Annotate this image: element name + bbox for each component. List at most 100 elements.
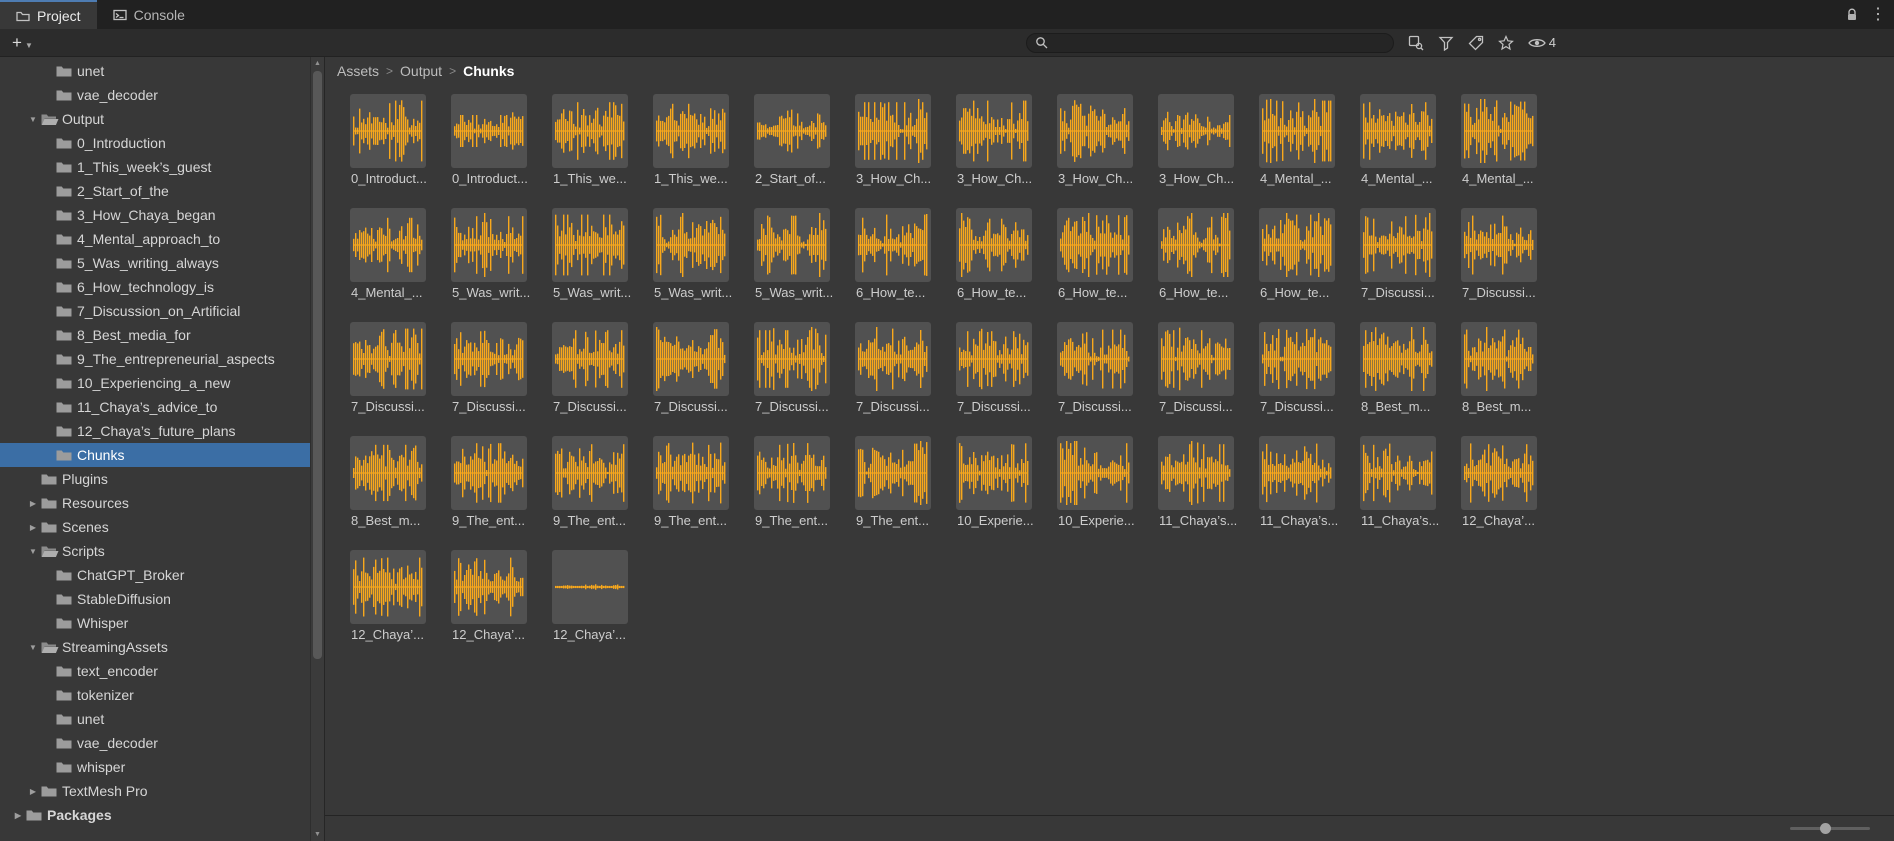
asset-item[interactable]: 4_Mental_... (1259, 94, 1360, 186)
audio-clip-waveform-thumbnail[interactable] (956, 208, 1032, 282)
tree-item-vae-decoder[interactable]: vae_decoder (0, 83, 310, 107)
audio-clip-waveform-thumbnail[interactable] (350, 208, 426, 282)
asset-item[interactable]: 6_How_te... (1158, 208, 1259, 300)
audio-clip-waveform-thumbnail[interactable] (451, 436, 527, 510)
tree-item-whisper[interactable]: whisper (0, 755, 310, 779)
asset-item[interactable]: 4_Mental_... (350, 208, 451, 300)
tree-item-scripts[interactable]: ▼ Scripts (0, 539, 310, 563)
audio-clip-waveform-thumbnail[interactable] (1057, 322, 1133, 396)
tree-item-vae-decoder[interactable]: vae_decoder (0, 731, 310, 755)
tree-item-5-was-writing-always[interactable]: 5_Was_writing_always (0, 251, 310, 275)
asset-item[interactable]: 9_The_ent... (754, 436, 855, 528)
tree-item-unet[interactable]: unet (0, 59, 310, 83)
search-by-label-icon[interactable] (1468, 35, 1484, 51)
asset-item[interactable]: 12_Chaya’... (552, 550, 653, 642)
audio-clip-waveform-thumbnail[interactable] (754, 322, 830, 396)
breadcrumb-chunks[interactable]: Chunks (463, 63, 514, 79)
audio-clip-waveform-thumbnail[interactable] (855, 436, 931, 510)
audio-clip-waveform-thumbnail[interactable] (1360, 94, 1436, 168)
asset-item[interactable]: 11_Chaya’s... (1259, 436, 1360, 528)
tab-console[interactable]: Console (97, 0, 201, 29)
audio-clip-waveform-thumbnail[interactable] (552, 322, 628, 396)
asset-item[interactable]: 7_Discussi... (754, 322, 855, 414)
tree-item-1-this-week-s-guest[interactable]: 1_This_week’s_guest (0, 155, 310, 179)
audio-clip-waveform-thumbnail[interactable] (1259, 436, 1335, 510)
foldout-closed-icon[interactable]: ▶ (25, 523, 41, 532)
asset-item[interactable]: 7_Discussi... (653, 322, 754, 414)
audio-clip-waveform-thumbnail[interactable] (451, 94, 527, 168)
breadcrumb-assets[interactable]: Assets (337, 63, 379, 79)
asset-item[interactable]: 10_Experie... (1057, 436, 1158, 528)
audio-clip-waveform-thumbnail[interactable] (956, 436, 1032, 510)
asset-item[interactable]: 8_Best_m... (1360, 322, 1461, 414)
tree-item-10-experiencing-a-new[interactable]: 10_Experiencing_a_new (0, 371, 310, 395)
foldout-closed-icon[interactable]: ▶ (10, 811, 26, 820)
tree-item-scenes[interactable]: ▶ Scenes (0, 515, 310, 539)
asset-item[interactable]: 1_This_we... (552, 94, 653, 186)
audio-clip-waveform-thumbnail[interactable] (1259, 94, 1335, 168)
audio-clip-waveform-thumbnail[interactable] (1158, 208, 1234, 282)
open-in-search-icon[interactable] (1408, 35, 1424, 51)
tree-item-9-the-entrepreneurial-aspects[interactable]: 9_The_entrepreneurial_aspects (0, 347, 310, 371)
foldout-open-icon[interactable]: ▼ (25, 115, 41, 124)
search-field[interactable] (1025, 32, 1394, 53)
audio-clip-waveform-thumbnail[interactable] (855, 322, 931, 396)
zoom-slider[interactable] (1790, 823, 1870, 834)
audio-clip-waveform-thumbnail[interactable] (350, 322, 426, 396)
tree-item-whisper[interactable]: Whisper (0, 611, 310, 635)
tree-item-chatgpt-broker[interactable]: ChatGPT_Broker (0, 563, 310, 587)
search-input[interactable] (1053, 35, 1385, 50)
audio-clip-waveform-thumbnail[interactable] (451, 208, 527, 282)
asset-item[interactable]: 3_How_Ch... (1057, 94, 1158, 186)
tab-project[interactable]: Project (0, 0, 97, 29)
audio-clip-waveform-thumbnail[interactable] (350, 550, 426, 624)
visibility-toggle[interactable]: 4 (1527, 35, 1556, 50)
audio-clip-waveform-thumbnail[interactable] (1057, 94, 1133, 168)
asset-item[interactable]: 6_How_te... (855, 208, 956, 300)
audio-clip-waveform-thumbnail[interactable] (1461, 322, 1537, 396)
tree-item-stablediffusion[interactable]: StableDiffusion (0, 587, 310, 611)
tree-item-text-encoder[interactable]: text_encoder (0, 659, 310, 683)
foldout-closed-icon[interactable]: ▶ (25, 499, 41, 508)
asset-item[interactable]: 6_How_te... (956, 208, 1057, 300)
audio-clip-waveform-thumbnail[interactable] (754, 208, 830, 282)
tree-item-12-chaya-s-future-plans[interactable]: 12_Chaya’s_future_plans (0, 419, 310, 443)
audio-clip-waveform-thumbnail[interactable] (855, 94, 931, 168)
tree-item-textmesh-pro[interactable]: ▶ TextMesh Pro (0, 779, 310, 803)
audio-clip-waveform-thumbnail[interactable] (1360, 208, 1436, 282)
tree-item-output[interactable]: ▼ Output (0, 107, 310, 131)
tree-item-7-discussion-on-artificial[interactable]: 7_Discussion_on_Artificial (0, 299, 310, 323)
asset-item[interactable]: 5_Was_writ... (754, 208, 855, 300)
scroll-up-icon[interactable]: ▲ (311, 60, 324, 67)
search-by-type-icon[interactable] (1438, 35, 1454, 51)
asset-item[interactable]: 0_Introduct... (350, 94, 451, 186)
asset-item[interactable]: 3_How_Ch... (855, 94, 956, 186)
asset-item[interactable]: 11_Chaya’s... (1360, 436, 1461, 528)
tree-item-11-chaya-s-advice-to[interactable]: 11_Chaya’s_advice_to (0, 395, 310, 419)
audio-clip-waveform-thumbnail[interactable] (552, 550, 628, 624)
audio-clip-waveform-thumbnail[interactable] (552, 208, 628, 282)
audio-clip-waveform-thumbnail[interactable] (653, 94, 729, 168)
asset-item[interactable]: 8_Best_m... (1461, 322, 1562, 414)
audio-clip-waveform-thumbnail[interactable] (653, 208, 729, 282)
asset-item[interactable]: 3_How_Ch... (1158, 94, 1259, 186)
menu-icon[interactable]: ⋮ (1870, 6, 1886, 23)
audio-clip-waveform-thumbnail[interactable] (754, 94, 830, 168)
audio-clip-waveform-thumbnail[interactable] (1057, 208, 1133, 282)
audio-clip-waveform-thumbnail[interactable] (1360, 436, 1436, 510)
asset-item[interactable]: 7_Discussi... (956, 322, 1057, 414)
audio-clip-waveform-thumbnail[interactable] (552, 436, 628, 510)
scroll-down-icon[interactable]: ▼ (311, 831, 324, 838)
asset-item[interactable]: 2_Start_of... (754, 94, 855, 186)
asset-item[interactable]: 12_Chaya’... (350, 550, 451, 642)
tree-item-unet[interactable]: unet (0, 707, 310, 731)
tree-item-chunks[interactable]: Chunks (0, 443, 310, 467)
asset-item[interactable]: 0_Introduct... (451, 94, 552, 186)
asset-item[interactable]: 3_How_Ch... (956, 94, 1057, 186)
tree-item-2-start-of-the[interactable]: 2_Start_of_the (0, 179, 310, 203)
tree-item-streamingassets[interactable]: ▼ StreamingAssets (0, 635, 310, 659)
audio-clip-waveform-thumbnail[interactable] (1158, 436, 1234, 510)
audio-clip-waveform-thumbnail[interactable] (956, 322, 1032, 396)
audio-clip-waveform-thumbnail[interactable] (1461, 436, 1537, 510)
audio-clip-waveform-thumbnail[interactable] (1461, 94, 1537, 168)
